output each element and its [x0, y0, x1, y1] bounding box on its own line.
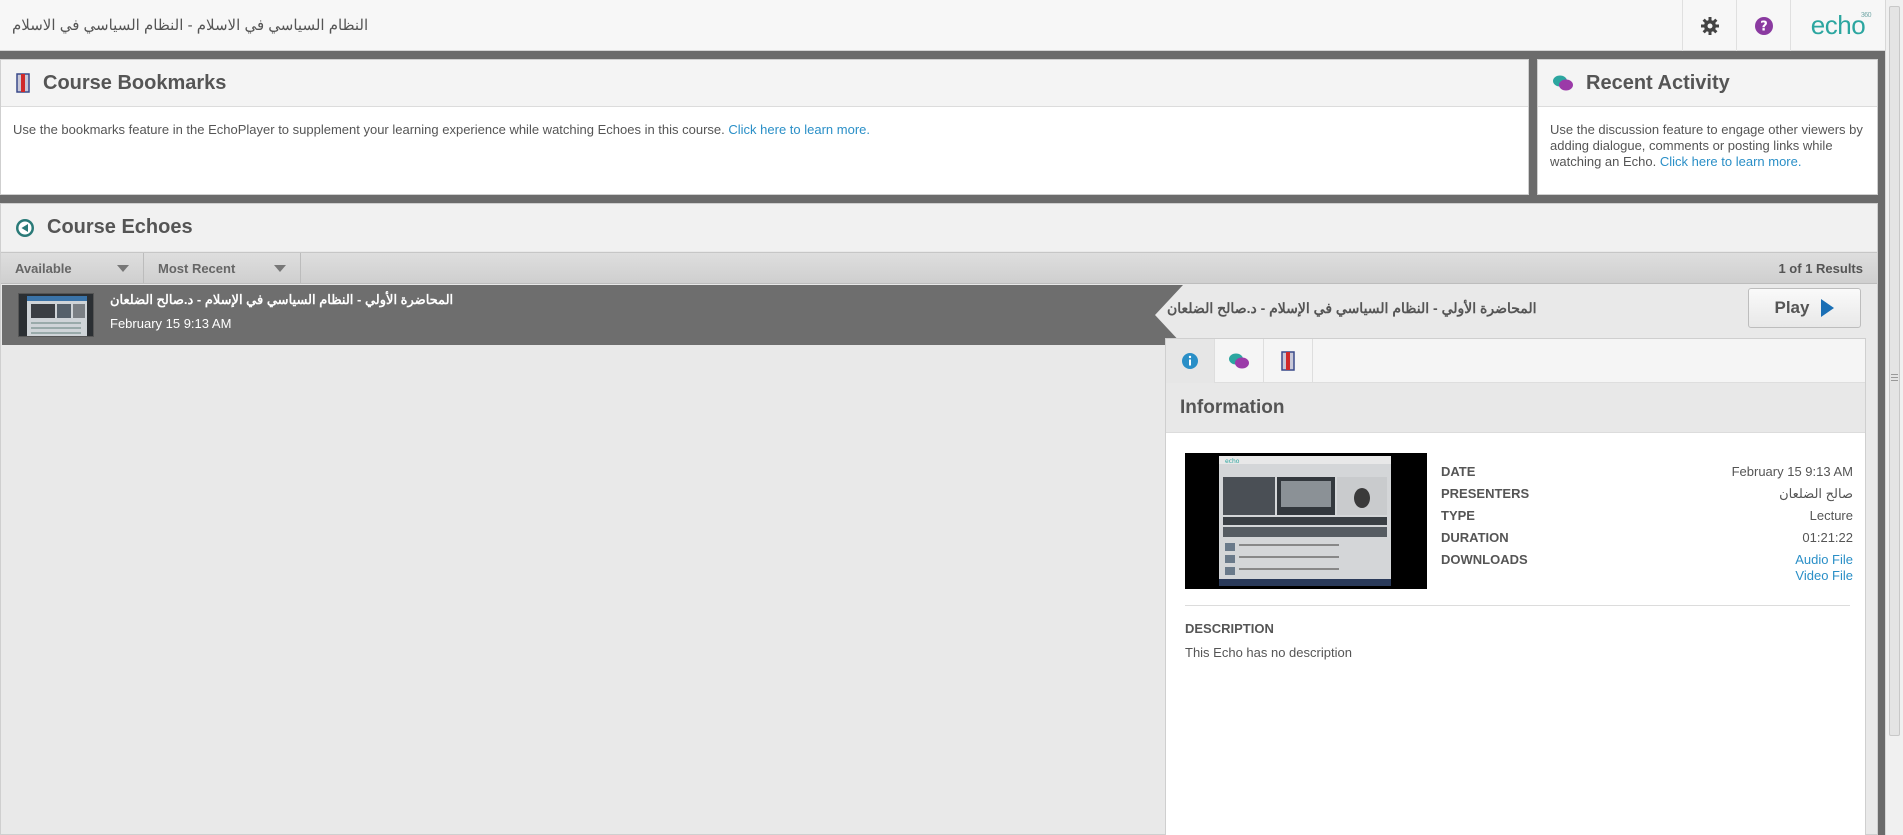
sort-filter[interactable]: Most Recent [144, 253, 301, 283]
tab-bookmarks[interactable] [1264, 339, 1313, 383]
svg-text:?: ? [1760, 19, 1768, 34]
panel-title: Recent Activity [1586, 71, 1730, 94]
discussion-icon [1229, 353, 1249, 369]
meta-type: TYPE Lecture [1441, 508, 1853, 523]
panel-header: Course Echoes [1, 204, 1877, 251]
meta-downloads: DOWNLOADS Audio File Video File [1441, 552, 1853, 583]
panel-header: Recent Activity [1538, 60, 1877, 107]
page-scrollbar[interactable] [1885, 0, 1903, 835]
course-bookmarks-panel: Course Bookmarks Use the bookmarks featu… [0, 59, 1529, 195]
bookmark-icon [16, 73, 30, 93]
panel-title: Course Bookmarks [43, 71, 227, 94]
echo-description: DESCRIPTION This Echo has no description [1185, 621, 1352, 660]
meta-date: DATE February 15 9:13 AM [1441, 464, 1853, 479]
audio-file-link[interactable]: Audio File [1795, 552, 1853, 567]
learn-more-link[interactable]: Click here to learn more. [728, 122, 870, 137]
svg-text:echo: echo [1225, 458, 1240, 465]
detail-tabs [1166, 339, 1865, 383]
echo-thumbnail [18, 293, 94, 337]
settings-button[interactable] [1682, 0, 1736, 51]
echo-list-item[interactable]: المحاضرة الأولي - النظام السياسي في الإس… [2, 285, 1183, 345]
course-title: النظام السياسي في الاسلام - النظام السيا… [12, 17, 369, 34]
echo-date: February 15 9:13 AM [110, 316, 232, 331]
learn-more-link[interactable]: Click here to learn more. [1660, 154, 1802, 169]
course-echoes-section: Course Echoes Available Most Recent 1 of… [0, 203, 1878, 835]
echo360-logo[interactable]: echo 360 [1790, 0, 1885, 51]
results-count: 1 of 1 Results [1778, 261, 1863, 276]
panel-title: Course Echoes [47, 216, 193, 238]
discussion-icon [1553, 75, 1573, 91]
bookmark-icon [1281, 351, 1295, 371]
detail-title: المحاضرة الأولي - النظام السياسي في الإس… [1167, 300, 1537, 316]
play-icon [1821, 299, 1835, 317]
echo-detail-panel: Information echo DATE February 15 9:13 A… [1165, 338, 1866, 835]
help-button[interactable]: ? [1736, 0, 1790, 51]
meta-duration: DURATION 01:21:22 [1441, 530, 1853, 545]
availability-filter[interactable]: Available [1, 253, 144, 283]
tab-discussions[interactable] [1215, 339, 1264, 383]
panel-body: Use the discussion feature to engage oth… [1550, 122, 1863, 169]
help-icon: ? [1754, 16, 1773, 35]
top-bar: النظام السياسي في الاسلام - النظام السيا… [0, 0, 1885, 51]
scrollbar-thumb[interactable] [1889, 6, 1900, 736]
echo-preview-image[interactable]: echo [1185, 453, 1427, 589]
play-button[interactable]: Play [1748, 288, 1861, 328]
recent-activity-panel: Recent Activity Use the discussion featu… [1537, 59, 1878, 195]
panel-header: Course Bookmarks [1, 60, 1528, 107]
information-heading: Information [1166, 383, 1865, 433]
gear-icon [1700, 16, 1719, 35]
divider [1185, 605, 1850, 606]
info-icon [1182, 353, 1198, 369]
chevron-down-icon [117, 264, 129, 272]
scrollbar-grip [1891, 374, 1898, 375]
panel-body: Use the bookmarks feature in the EchoPla… [13, 122, 871, 137]
chevron-down-icon [274, 264, 286, 272]
echo-back-icon[interactable] [15, 218, 35, 238]
top-bar-actions: ? echo 360 [1682, 0, 1885, 51]
tab-information[interactable] [1166, 339, 1215, 383]
meta-presenters: PRESENTERS صالح الضلعان [1441, 486, 1853, 501]
echo-metadata: DATE February 15 9:13 AM PRESENTERS صالح… [1441, 461, 1853, 584]
video-file-link[interactable]: Video File [1795, 568, 1853, 583]
filter-bar: Available Most Recent 1 of 1 Results [1, 252, 1877, 284]
echo-title: المحاضرة الأولي - النظام السياسي في الإس… [110, 292, 454, 307]
